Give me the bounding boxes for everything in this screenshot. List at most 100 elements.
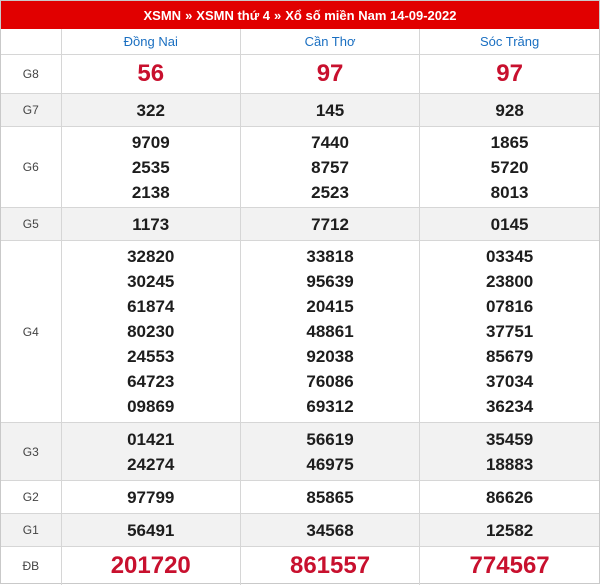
prize-cell: 32820 30245 61874 80230 24553 64723 09869: [60, 240, 241, 423]
province-header[interactable]: Cần Thơ: [239, 29, 420, 55]
result-number: 56491: [127, 520, 175, 540]
result-number: 03345: [485, 247, 534, 266]
prize-cell: 201720: [60, 546, 241, 585]
result-number: 09869: [127, 397, 175, 416]
result-number: 92038: [306, 347, 354, 366]
prize-row: ĐB 201720 861557 774567: [1, 546, 599, 585]
prize-cell: 35459 18883: [419, 422, 599, 481]
prize-label: G5: [1, 207, 62, 241]
prize-label: ĐB: [22, 558, 40, 573]
prize-row: G5 1173 7712 0145: [1, 207, 599, 241]
result-number: 24274: [127, 454, 175, 474]
prize-row: G3 01421 24274 56619 46975 35459 18883: [1, 422, 599, 481]
result-number: 1173: [132, 214, 170, 234]
result-number: 0145: [490, 214, 529, 234]
result-number: 35459: [485, 429, 534, 449]
result-number: 86626: [485, 487, 534, 507]
prize-cell: 774567: [419, 546, 599, 585]
prize-cell: 56619 46975: [239, 422, 420, 481]
result-number: 56619: [306, 429, 354, 449]
result-number: 23800: [485, 272, 534, 291]
result-number: 95639: [306, 272, 354, 291]
result-number: 2138: [131, 182, 170, 202]
breadcrumb-weekday-link[interactable]: XSMN thứ 4: [196, 8, 270, 23]
result-number: 48861: [306, 322, 354, 341]
results-title-bar: XSMN » XSMN thứ 4 » Xổ số miền Nam 14-09…: [1, 1, 599, 29]
results-body: G8 56 97 97 G7 322 145 928 G6 9709 2535 2138 7440 875…: [1, 54, 599, 585]
prize-cell: 85865: [239, 480, 420, 514]
result-number: 18883: [485, 454, 534, 474]
result-number: 145: [315, 100, 345, 120]
prize-cell: 7712: [239, 207, 420, 241]
result-number: 01421: [127, 429, 175, 449]
prize-row: G6 9709 2535 2138 7440 8757 2523 1865 5720 8013: [1, 126, 599, 208]
prize-cell: 86626: [419, 480, 599, 514]
result-number: 8013: [490, 182, 529, 202]
header-corner: [1, 29, 62, 55]
prize-cell: 01421 24274: [60, 422, 241, 481]
result-number: 7712: [311, 214, 349, 234]
prize-cell: 56491: [60, 513, 241, 547]
breadcrumb-separator: »: [185, 7, 193, 23]
result-number: 46975: [306, 454, 354, 474]
result-number: 37034: [485, 372, 534, 391]
breadcrumb-xsmn-link[interactable]: XSMN: [144, 8, 182, 23]
result-number: 5720: [490, 157, 529, 177]
prize-cell: 1173: [60, 207, 241, 241]
results-table: Đồng Nai Cần Thơ Sóc Trăng G8 56 97 97 G7 322…: [1, 29, 599, 585]
prize-cell: 322: [60, 93, 241, 127]
result-number: 64723: [127, 372, 175, 391]
result-number: 34568: [306, 520, 354, 540]
prize-label: G2: [1, 480, 62, 514]
result-number: 928: [495, 100, 524, 120]
result-number: 861557: [289, 551, 371, 579]
prize-cell: 0145: [419, 207, 599, 241]
result-number: 85865: [306, 487, 354, 507]
result-number: 2523: [311, 182, 349, 202]
prize-cell: 97: [239, 54, 420, 94]
breadcrumb-date-link[interactable]: Xổ số miền Nam 14-09-2022: [285, 8, 456, 23]
result-number: 07816: [485, 297, 534, 316]
result-number: 97799: [127, 487, 175, 507]
result-number: 9709: [131, 132, 170, 152]
result-number: 61874: [127, 297, 175, 316]
result-number: 201720: [110, 551, 191, 579]
prize-label: G7: [1, 93, 62, 127]
result-number: 7440: [311, 132, 349, 152]
prize-label: G4: [1, 240, 62, 423]
prize-row: G4 32820 30245 61874 80230 24553 64723 09869 338…: [1, 240, 599, 423]
result-number: 56: [137, 60, 165, 87]
result-number: 322: [136, 100, 165, 120]
prize-cell: 97: [419, 54, 599, 94]
result-number: 2535: [131, 157, 170, 177]
prize-row: G7 322 145 928: [1, 93, 599, 127]
prize-cell: 33818 95639 20415 48861 92038 76086 69312: [239, 240, 420, 423]
prize-cell: 9709 2535 2138: [60, 126, 241, 208]
result-number: 8757: [311, 157, 349, 177]
result-number: 97: [496, 60, 523, 87]
prize-label: G8: [1, 54, 62, 94]
prize-cell: 97799: [60, 480, 241, 514]
prize-label: G3: [1, 422, 62, 481]
province-header-row: Đồng Nai Cần Thơ Sóc Trăng: [1, 29, 599, 55]
prize-label: G1: [1, 513, 62, 547]
result-number: 1865: [490, 132, 529, 152]
province-header[interactable]: Đồng Nai: [60, 29, 241, 55]
prize-row: G8 56 97 97: [1, 54, 599, 94]
prize-cell: 12582: [419, 513, 599, 547]
result-number: 24553: [127, 347, 175, 366]
result-number: 774567: [469, 551, 550, 579]
result-number: 85679: [485, 347, 534, 366]
prize-cell: 145: [239, 93, 420, 127]
province-header[interactable]: Sóc Trăng: [419, 29, 599, 55]
result-number: 20415: [306, 297, 354, 316]
result-number: 80230: [127, 322, 175, 341]
prize-cell: 56: [60, 54, 241, 94]
result-number: 37751: [485, 322, 534, 341]
prize-cell: 928: [419, 93, 599, 127]
result-number: 30245: [127, 272, 175, 291]
result-number: 36234: [485, 397, 534, 416]
results-panel: XSMN » XSMN thứ 4 » Xổ số miền Nam 14-09…: [0, 0, 600, 585]
prize-label: G6: [1, 126, 62, 208]
result-number: 33818: [306, 247, 354, 266]
